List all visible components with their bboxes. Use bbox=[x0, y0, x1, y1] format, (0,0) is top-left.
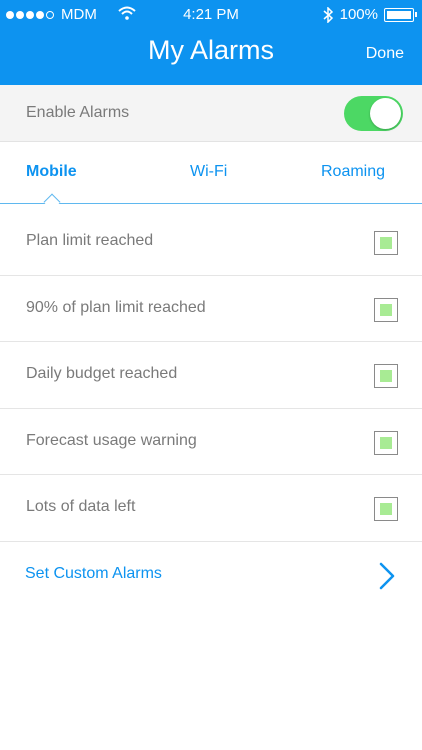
enable-alarms-label: Enable Alarms bbox=[26, 104, 130, 121]
alarm-row-plan-limit[interactable]: Plan limit reached bbox=[0, 209, 422, 276]
alarm-label: Daily budget reached bbox=[26, 365, 178, 382]
tab-wifi[interactable]: Wi-Fi bbox=[190, 163, 227, 181]
check-mark-icon bbox=[380, 436, 392, 449]
tab-bar: Mobile Wi-Fi Roaming bbox=[0, 142, 422, 204]
battery-status: 100% bbox=[322, 6, 417, 23]
done-button[interactable]: Done bbox=[366, 45, 404, 63]
status-bar: MDM 4:21 PM 100% bbox=[0, 0, 422, 30]
check-mark-icon bbox=[380, 503, 392, 515]
battery-percent: 100% bbox=[339, 6, 378, 23]
alarm-checkbox[interactable] bbox=[374, 364, 398, 388]
alarm-row-forecast[interactable]: Forecast usage warning bbox=[0, 409, 422, 475]
alarm-row-daily-budget[interactable]: Daily budget reached bbox=[0, 342, 422, 409]
check-mark-icon bbox=[380, 303, 392, 316]
tab-roaming[interactable]: Roaming bbox=[321, 163, 385, 181]
alarm-checkbox[interactable] bbox=[374, 497, 398, 521]
toggle-knob bbox=[370, 98, 401, 129]
alarm-row-90-percent[interactable]: 90% of plan limit reached bbox=[0, 276, 422, 342]
alarm-checkbox[interactable] bbox=[374, 297, 398, 322]
enable-alarms-toggle[interactable] bbox=[344, 96, 403, 131]
tab-mobile[interactable]: Mobile bbox=[26, 163, 77, 181]
set-custom-alarms-row[interactable]: Set Custom Alarms bbox=[0, 542, 422, 608]
bluetooth-icon bbox=[323, 6, 333, 23]
page-title: My Alarms bbox=[147, 35, 274, 65]
chevron-right-icon bbox=[379, 562, 395, 590]
alarm-label: Lots of data left bbox=[26, 498, 136, 515]
battery-icon bbox=[384, 7, 417, 22]
check-mark-icon bbox=[380, 237, 392, 249]
alarm-label: Plan limit reached bbox=[26, 232, 154, 249]
check-mark-icon bbox=[380, 370, 392, 382]
alarm-label: 90% of plan limit reached bbox=[26, 298, 206, 316]
navigation-header: MDM 4:21 PM 100% My Alarms Done bbox=[0, 0, 422, 85]
alarm-row-data-left[interactable]: Lots of data left bbox=[0, 475, 422, 542]
alarm-label: Forecast usage warning bbox=[26, 431, 197, 449]
alarm-list: Plan limit reached 90% of plan limit rea… bbox=[0, 209, 422, 542]
alarm-checkbox[interactable] bbox=[374, 430, 398, 455]
alarm-checkbox[interactable] bbox=[374, 231, 398, 255]
set-custom-alarms-label: Set Custom Alarms bbox=[25, 565, 162, 582]
